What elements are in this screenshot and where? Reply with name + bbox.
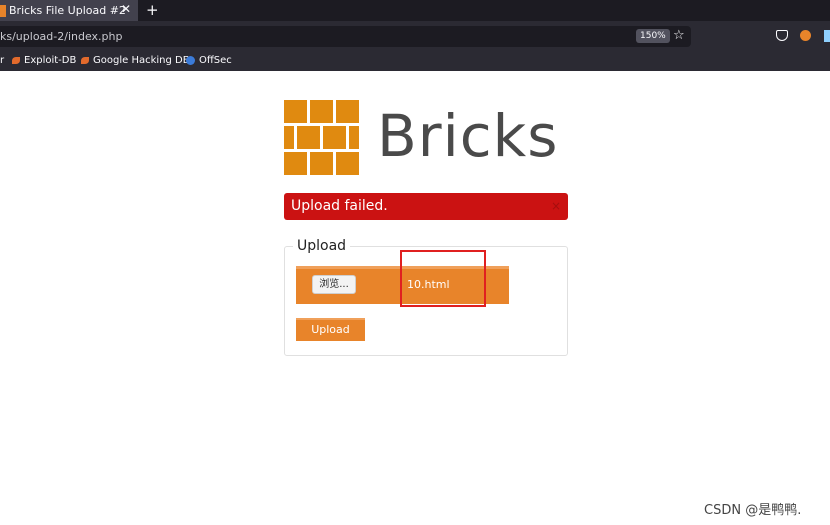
ghdb-icon <box>81 57 89 64</box>
bookmarks-bar: r Exploit-DB Google Hacking DB OffSec <box>0 51 830 71</box>
address-bar[interactable]: ks/upload-2/index.php 150% ☆ <box>0 26 691 47</box>
new-tab-icon[interactable]: + <box>146 1 159 19</box>
nav-bar: ks/upload-2/index.php 150% ☆ <box>0 21 830 51</box>
tab-title: Bricks File Upload #2 <box>9 4 126 17</box>
extension-icon[interactable] <box>800 30 811 41</box>
bookmark-item-offsec[interactable]: OffSec <box>186 55 232 66</box>
annotation-box <box>400 250 486 307</box>
url-text: ks/upload-2/index.php <box>0 30 123 43</box>
tab-bar: Bricks File Upload #2 ✕ + <box>0 0 830 21</box>
upload-button[interactable]: Upload <box>296 318 365 341</box>
bricks-logo-icon <box>284 100 359 175</box>
tab-bricks-upload[interactable]: Bricks File Upload #2 ✕ <box>0 0 138 21</box>
alert-close-icon[interactable]: × <box>551 199 561 213</box>
pocket-icon[interactable] <box>776 30 788 41</box>
bookmark-item-partial[interactable]: r <box>0 55 4 66</box>
upload-failed-alert: Upload failed. × <box>284 193 568 220</box>
extension-icon-2[interactable] <box>824 30 830 42</box>
upload-legend: Upload <box>297 238 347 254</box>
bookmark-item-exploit-db[interactable]: Exploit-DB <box>12 55 76 66</box>
bricks-favicon-icon <box>0 4 6 17</box>
watermark: CSDN @是鸭鸭. <box>704 503 802 518</box>
bookmark-item-google-hacking-db[interactable]: Google Hacking DB <box>81 55 190 66</box>
offsec-icon <box>186 56 195 65</box>
browse-button[interactable]: 浏览... <box>312 275 356 294</box>
close-tab-icon[interactable]: ✕ <box>121 2 131 16</box>
exploit-db-icon <box>12 57 20 64</box>
alert-message: Upload failed. <box>291 198 388 214</box>
brand-title: Bricks <box>377 102 559 170</box>
zoom-level-button[interactable]: 150% <box>636 29 670 43</box>
bookmark-star-icon[interactable]: ☆ <box>673 28 685 43</box>
